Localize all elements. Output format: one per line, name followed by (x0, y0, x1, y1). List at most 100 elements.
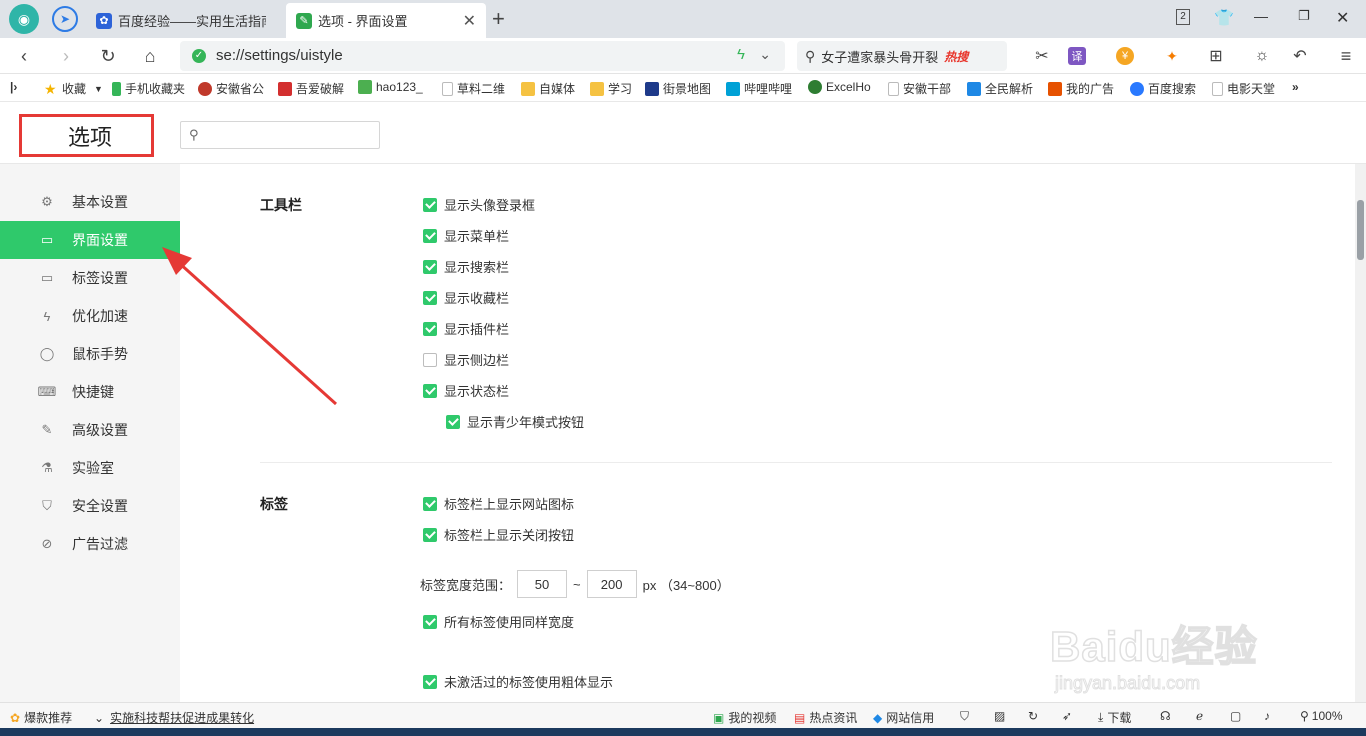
checkbox-show-plugins[interactable]: 显示插件栏 (423, 319, 509, 338)
tab-baidu-jingyan[interactable]: ✿ 百度经验——实用生活指南 (86, 3, 284, 38)
checkbox-checked[interactable] (423, 527, 437, 542)
window-mode-icon[interactable]: ▢ (1230, 709, 1241, 723)
sidebar-item-interface[interactable]: ▭ 界面设置 (0, 221, 180, 259)
bookmark-item[interactable]: 哔哩哔哩 (726, 80, 796, 97)
site-credit[interactable]: ◆ 网站信用 (873, 709, 934, 726)
bookmark-item[interactable]: ExcelHo (808, 80, 874, 94)
checkbox-checked[interactable] (423, 383, 437, 398)
bookmark-item[interactable]: 街景地图 (645, 80, 715, 97)
bookmark-item[interactable]: hao123_ (358, 80, 432, 94)
skin-icon[interactable]: 👕 (1214, 8, 1234, 28)
reload-icon[interactable]: ↻ (96, 44, 120, 68)
sidebar-item-security[interactable]: ⛉ 安全设置 (0, 487, 180, 525)
translate-icon[interactable]: 译 (1068, 47, 1086, 65)
checkbox-bold-inactive[interactable]: 未激活过的标签使用粗体显示 (423, 672, 613, 691)
search-box[interactable]: ⚲ 女子遭家暴头骨开裂 热搜 (797, 41, 1007, 71)
bookmark-item[interactable]: 电影天堂 (1212, 80, 1282, 97)
checkbox-show-avatar[interactable]: 显示头像登录框 (423, 195, 535, 214)
menu-icon[interactable]: ≡ (1334, 44, 1358, 68)
rocket-icon[interactable]: ➶ (1062, 709, 1072, 723)
bookmark-item[interactable]: 草料二维 (442, 80, 508, 97)
new-tab-icon[interactable]: + (492, 6, 505, 32)
news-ticker[interactable]: ⌄ 实施科技帮扶促进成果转化 (94, 709, 254, 726)
checkbox-unchecked[interactable] (423, 352, 437, 367)
bookmark-folder[interactable]: 学习 (590, 80, 632, 97)
checkbox-checked[interactable] (423, 614, 437, 629)
checkbox-show-teen-mode[interactable]: 显示青少年模式按钮 (446, 412, 584, 431)
chevron-down-icon[interactable]: ⌄ (759, 46, 771, 63)
hot-news[interactable]: ▤ 热点资讯 (794, 709, 857, 726)
lightning-icon[interactable]: ϟ (737, 46, 745, 63)
checkbox-show-menubar[interactable]: 显示菜单栏 (423, 226, 509, 245)
browser-logo-icon[interactable]: ◉ (9, 4, 39, 34)
checkbox-checked[interactable] (423, 228, 437, 243)
hot-recommend[interactable]: ✿ 爆款推荐 (10, 709, 72, 726)
coupon-icon[interactable]: ¥ (1116, 47, 1134, 65)
checkbox-show-bookmarks[interactable]: 显示收藏栏 (423, 288, 509, 307)
bookmark-item[interactable]: ★ 收藏 ▼ (44, 80, 103, 97)
bookmark-item[interactable]: 百度搜索 (1130, 80, 1198, 97)
sidebar-item-advanced[interactable]: ✎ 高级设置 (0, 411, 180, 449)
checkbox-checked[interactable] (423, 496, 437, 511)
scissors-icon[interactable]: ✂ (1030, 44, 1054, 68)
refresh-icon[interactable]: ↻ (1028, 709, 1038, 723)
checkbox-show-statusbar[interactable]: 显示状态栏 (423, 381, 509, 400)
sidebar-item-tabs[interactable]: ▭ 标签设置 (0, 259, 180, 297)
checkbox-tab-favicon[interactable]: 标签栏上显示网站图标 (423, 494, 574, 513)
minimize-icon[interactable]: ― (1254, 8, 1268, 24)
tab-count-badge[interactable]: 2 (1176, 9, 1190, 25)
checkbox-show-searchbar[interactable]: 显示搜索栏 (423, 257, 509, 276)
zoom-level[interactable]: ⚲ 100% (1300, 709, 1343, 723)
checkbox-checked[interactable] (423, 674, 437, 689)
ie-icon[interactable]: ℯ (1196, 709, 1203, 723)
bookmark-item[interactable]: 吾爱破解 (278, 80, 344, 97)
apps-grid-icon[interactable]: ⊞ (1204, 44, 1228, 68)
sidebar-item-shortcuts[interactable]: ⌨ 快捷键 (0, 373, 180, 411)
sidebar-item-optimize[interactable]: ϟ 优化加速 (0, 297, 180, 335)
checkbox-show-sidebar[interactable]: 显示侧边栏 (423, 350, 509, 369)
checkbox-checked[interactable] (423, 197, 437, 212)
bookmark-folder[interactable]: 自媒体 (521, 80, 575, 97)
address-bar[interactable]: ✓ se://settings/uistyle ϟ ⌄ (180, 41, 785, 71)
undo-icon[interactable]: ↶ (1288, 44, 1312, 68)
restore-icon[interactable]: ❐ (1298, 8, 1310, 24)
tab-width-min-input[interactable]: 50 (517, 570, 568, 598)
tab-close-icon[interactable]: ✕ (463, 11, 476, 31)
checkbox-checked[interactable] (446, 414, 460, 429)
address-input[interactable]: se://settings/uistyle (216, 47, 343, 64)
sidebar-item-adblock[interactable]: ⊘ 广告过滤 (0, 525, 180, 563)
back-icon[interactable]: ‹ (12, 44, 36, 68)
downloads[interactable]: ⤓ 下载 (1098, 709, 1131, 726)
settings-search-input[interactable]: ⚲ (180, 121, 380, 149)
shield-status-icon[interactable]: ⛉ (960, 709, 969, 724)
volume-icon[interactable]: ♪ (1264, 709, 1270, 723)
home-icon[interactable]: ⌂ (138, 44, 162, 68)
search-input[interactable]: 女子遭家暴头骨开裂 (821, 47, 938, 66)
headset-icon[interactable]: ☊ (1160, 709, 1171, 723)
more-bookmarks-icon[interactable]: » (1292, 80, 1299, 94)
checkbox-checked[interactable] (423, 321, 437, 336)
checkbox-tab-close-button[interactable]: 标签栏上显示关闭按钮 (423, 525, 574, 544)
brightness-icon[interactable]: ☼ (1250, 44, 1274, 68)
sidebar-item-mouse[interactable]: ◯ 鼠标手势 (0, 335, 180, 373)
checkbox-checked[interactable] (423, 290, 437, 305)
navigate-icon[interactable]: ➤ (52, 6, 78, 32)
sidebar-toggle-icon[interactable]: |› (10, 80, 17, 94)
forward-icon[interactable]: › (54, 44, 78, 68)
bookmark-item[interactable]: 手机收藏夹 (112, 80, 192, 97)
scrollbar-thumb[interactable] (1357, 200, 1364, 260)
image-icon[interactable]: ▨ (994, 709, 1005, 723)
checkbox-same-width[interactable]: 所有标签使用同样宽度 (423, 612, 574, 631)
my-videos[interactable]: ▣ 我的视频 (713, 709, 776, 726)
bookmark-item[interactable]: 安徽省公 (198, 80, 264, 97)
bookmark-item[interactable]: 我的广告 (1048, 80, 1116, 97)
sidebar-item-basic[interactable]: ⚙ 基本设置 (0, 183, 180, 221)
sidebar-item-lab[interactable]: ⚗ 实验室 (0, 449, 180, 487)
close-window-icon[interactable]: ✕ (1336, 8, 1349, 28)
tab-width-max-input[interactable]: 200 (586, 570, 637, 598)
tab-settings[interactable]: ✎ 选项 - 界面设置 ✕ (286, 3, 486, 38)
game-icon[interactable]: ✦ (1160, 44, 1184, 68)
bookmark-item[interactable]: 安徽干部 (888, 80, 954, 97)
bookmark-item[interactable]: 全民解析 (967, 80, 1035, 97)
checkbox-checked[interactable] (423, 259, 437, 274)
